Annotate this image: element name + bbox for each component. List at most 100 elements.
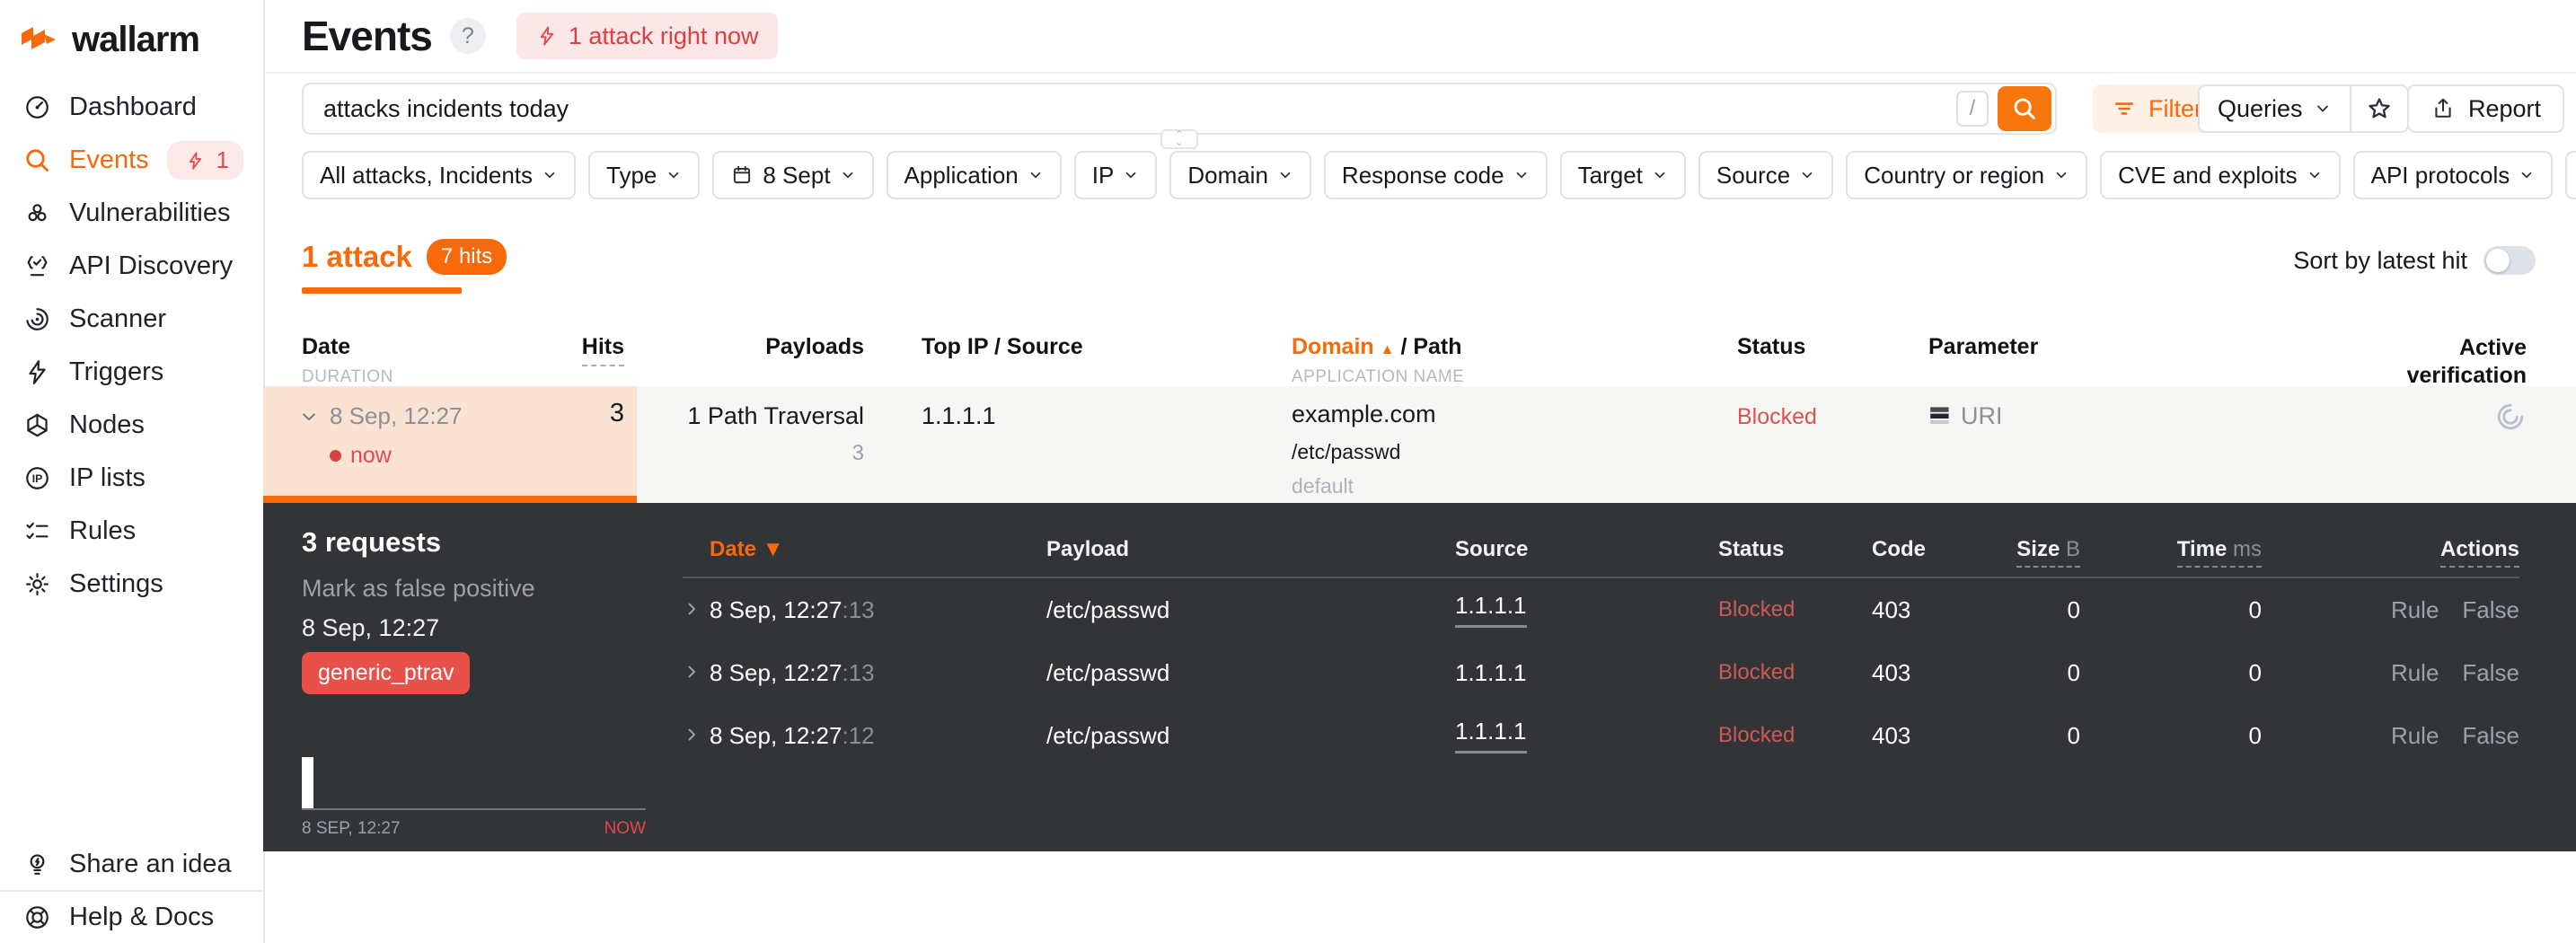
sidebar-item-scanner[interactable]: Scanner	[0, 293, 263, 346]
timeline-labels: 8 SEP, 12:27 NOW	[302, 819, 646, 839]
sidebar-item-rules[interactable]: Rules	[0, 505, 263, 558]
chip-cve-exploits[interactable]: CVE and exploits	[2100, 151, 2341, 199]
ip-icon: IP	[26, 467, 49, 489]
sidebar-item-dashboard[interactable]: Dashboard	[0, 81, 263, 134]
action-false[interactable]: False	[2462, 659, 2519, 687]
request-row[interactable]: 8 Sep, 12:27:13 /etc/passwd 1.1.1.1 Bloc…	[683, 578, 2519, 641]
filter-label: Filter	[2148, 94, 2202, 122]
chevron-right-icon[interactable]	[683, 663, 701, 681]
req-column-date[interactable]: Date ▼	[710, 537, 1046, 562]
date-header-label: Date	[302, 334, 351, 359]
attack-top-ip[interactable]: 1.1.1.1	[877, 386, 1292, 503]
search-expand-handle[interactable]: ⌃ ⌄	[1160, 129, 1198, 149]
req-column-size[interactable]: Size B	[1971, 537, 2080, 568]
chevron-right-icon[interactable]	[683, 726, 701, 744]
attack-live-label: now	[350, 443, 392, 468]
lightning-icon	[189, 151, 201, 170]
sidebar-item-ip-lists[interactable]: IP IP lists	[0, 452, 263, 505]
attack-domain: example.com	[1292, 401, 1436, 427]
request-payload: /etc/passwd	[1046, 595, 1170, 623]
biohazard-icon	[28, 204, 47, 222]
sidebar-item-settings[interactable]: Settings	[0, 558, 263, 611]
request-code: 403	[1872, 658, 1911, 686]
attack-payload-count: 3	[851, 441, 864, 465]
chevron-down-icon	[1280, 172, 1291, 179]
column-payloads: Payloads	[765, 334, 864, 359]
action-rule[interactable]: Rule	[2391, 722, 2439, 750]
wallarm-logo[interactable]: wallarm	[20, 20, 200, 60]
search-input[interactable]	[304, 94, 1956, 123]
active-verification-cell[interactable]	[2395, 386, 2527, 503]
sidebar-item-events[interactable]: Events 1	[0, 134, 263, 187]
chevron-right-icon[interactable]	[683, 600, 701, 618]
action-false[interactable]: False	[2462, 596, 2519, 624]
tab-attacks[interactable]: 1 attack 7 hits	[302, 239, 507, 275]
search-button[interactable]	[1998, 86, 2051, 131]
sidebar-item-vulnerabilities[interactable]: Vulnerabilities	[0, 187, 263, 240]
request-source[interactable]: 1.1.1.1	[1455, 659, 1718, 687]
sort-toggle[interactable]	[2483, 246, 2536, 275]
requests-table: Date ▼ Payload Source Status Code Size B…	[683, 503, 2519, 767]
request-size: 0	[2067, 721, 2080, 749]
sidebar-item-share-idea[interactable]: Share an idea	[0, 839, 263, 890]
chip-authentication[interactable]: Authentication	[2565, 151, 2576, 199]
request-actions: Rule False	[2262, 722, 2519, 750]
report-button[interactable]: Report	[2407, 84, 2565, 133]
action-rule[interactable]: Rule	[2391, 596, 2439, 624]
attack-type-tag[interactable]: generic_ptrav	[302, 652, 471, 694]
chevron-down-icon	[2316, 105, 2328, 112]
sidebar-footer: Share an idea Help & Docs	[0, 839, 263, 943]
favorite-star-button[interactable]	[2351, 86, 2407, 131]
request-row[interactable]: 8 Sep, 12:27:13 /etc/passwd 1.1.1.1 Bloc…	[683, 641, 2519, 704]
request-row[interactable]: 8 Sep, 12:27:12 /etc/passwd 1.1.1.1 Bloc…	[683, 704, 2519, 767]
chip-date[interactable]: 8 Sept	[712, 151, 874, 199]
attack-row[interactable]: 8 Sep, 12:27 now 3 1 Path Traversal 3 1.…	[263, 386, 2576, 503]
chip-label: Source	[1716, 161, 1791, 189]
req-column-actions[interactable]: Actions	[2262, 537, 2519, 568]
chip-target[interactable]: Target	[1559, 151, 1686, 199]
req-column-time[interactable]: Time ms	[2080, 537, 2262, 568]
chip-domain[interactable]: Domain	[1169, 151, 1311, 199]
chevron-down-icon	[1802, 172, 1813, 179]
req-column-status: Status	[1718, 537, 1785, 561]
column-hits[interactable]: Hits	[581, 334, 624, 366]
lightbulb-icon	[30, 854, 45, 875]
request-actions: Rule False	[2262, 596, 2519, 624]
sidebar-item-label: Vulnerabilities	[69, 198, 231, 227]
chip-response-code[interactable]: Response code	[1323, 151, 1548, 199]
chip-all-attacks-incidents[interactable]: All attacks, Incidents	[302, 151, 576, 199]
chevron-down-icon	[1030, 172, 1041, 179]
sidebar-item-nodes[interactable]: Nodes	[0, 399, 263, 452]
chip-type[interactable]: Type	[588, 151, 701, 199]
request-status: Blocked	[1718, 597, 1795, 621]
lightning-icon	[540, 26, 554, 46]
chevron-down-icon[interactable]	[299, 407, 319, 427]
events-badge-count: 1	[216, 146, 230, 173]
request-source[interactable]: 1.1.1.1	[1455, 592, 1718, 628]
attack-alert-badge[interactable]: 1 attack right now	[516, 13, 779, 59]
chip-application[interactable]: Application	[886, 151, 1062, 199]
help-icon[interactable]: ?	[449, 18, 486, 54]
chevron-down-icon	[1126, 172, 1136, 179]
action-false[interactable]: False	[2462, 722, 2519, 750]
request-code: 403	[1872, 595, 1911, 623]
domain-sort-label[interactable]: Domain	[1292, 334, 1374, 359]
action-rule[interactable]: Rule	[2391, 659, 2439, 687]
chip-ip[interactable]: IP	[1073, 151, 1158, 199]
mark-false-positive-link[interactable]: Mark as false positive	[302, 575, 535, 603]
parameter-layers-icon	[1930, 407, 1949, 424]
sidebar-item-api-discovery[interactable]: API Discovery	[0, 240, 263, 293]
request-date: 8 Sep, 12:27:13	[710, 658, 875, 686]
chip-country-region[interactable]: Country or region	[1846, 151, 2088, 199]
sidebar-item-help-docs[interactable]: Help & Docs	[0, 892, 263, 943]
sidebar-item-triggers[interactable]: Triggers	[0, 346, 263, 399]
request-size: 0	[2067, 595, 2080, 623]
attack-date-cell[interactable]: 8 Sep, 12:27 now 3	[263, 386, 637, 503]
chip-api-protocols[interactable]: API protocols	[2352, 151, 2554, 199]
sidebar-item-label: API Discovery	[69, 251, 234, 280]
chip-source[interactable]: Source	[1698, 151, 1834, 199]
request-source[interactable]: 1.1.1.1	[1455, 718, 1718, 754]
column-domain-path[interactable]: Domain ▲ / Path APPLICATION NAME	[1292, 334, 1737, 391]
active-tab-underline	[302, 287, 462, 294]
queries-dropdown[interactable]: Queries	[2200, 86, 2351, 131]
